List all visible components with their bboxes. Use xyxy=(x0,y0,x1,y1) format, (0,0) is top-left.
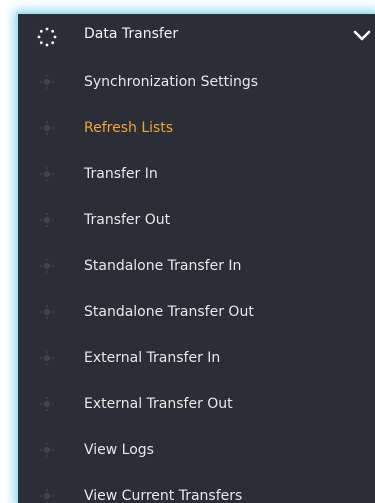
spinner-dots-icon xyxy=(37,27,57,47)
menu-item-label: Transfer Out xyxy=(84,212,171,228)
bullet-icon xyxy=(40,397,54,411)
menu-item-label: Synchronization Settings xyxy=(84,74,259,90)
bullet-icon xyxy=(40,259,54,273)
menu-item-synchronization-settings[interactable]: Synchronization Settings xyxy=(18,60,375,106)
menu-item-standalone-transfer-out[interactable]: Standalone Transfer Out xyxy=(18,290,375,336)
bullet-icon xyxy=(40,121,54,135)
menu-item-external-transfer-out[interactable]: External Transfer Out xyxy=(18,382,375,428)
bullet-icon xyxy=(40,213,54,227)
app-frame: Data Transfer Synchronization Settings R… xyxy=(0,0,375,503)
bullet-icon xyxy=(40,443,54,457)
menu-item-external-transfer-in[interactable]: External Transfer In xyxy=(18,336,375,382)
menu-item-label: Standalone Transfer In xyxy=(84,258,242,274)
chevron-down-icon[interactable] xyxy=(353,29,371,43)
menu-section-title: Data Transfer xyxy=(84,26,179,42)
menu-item-label: View Current Transfers xyxy=(84,488,243,503)
bullet-icon xyxy=(40,167,54,181)
menu-item-label: Transfer In xyxy=(84,166,158,182)
menu-item-refresh-lists[interactable]: Refresh Lists xyxy=(18,106,375,152)
bullet-icon xyxy=(40,75,54,89)
menu-item-view-logs[interactable]: View Logs xyxy=(18,428,375,474)
menu-item-label: Standalone Transfer Out xyxy=(84,304,254,320)
menu-item-label: External Transfer Out xyxy=(84,396,233,412)
bullet-icon xyxy=(40,489,54,503)
bullet-icon xyxy=(40,305,54,319)
menu-item-view-current-transfers[interactable]: View Current Transfers xyxy=(18,474,375,503)
menu-item-label: View Logs xyxy=(84,442,154,458)
menu-item-standalone-transfer-in[interactable]: Standalone Transfer In xyxy=(18,244,375,290)
menu-item-label: Refresh Lists xyxy=(84,120,174,136)
sidebar-menu: Data Transfer Synchronization Settings R… xyxy=(18,14,375,503)
menu-item-transfer-out[interactable]: Transfer Out xyxy=(18,198,375,244)
menu-item-transfer-in[interactable]: Transfer In xyxy=(18,152,375,198)
bullet-icon xyxy=(40,351,54,365)
menu-item-label: External Transfer In xyxy=(84,350,221,366)
menu-section-data-transfer[interactable]: Data Transfer xyxy=(18,14,375,60)
